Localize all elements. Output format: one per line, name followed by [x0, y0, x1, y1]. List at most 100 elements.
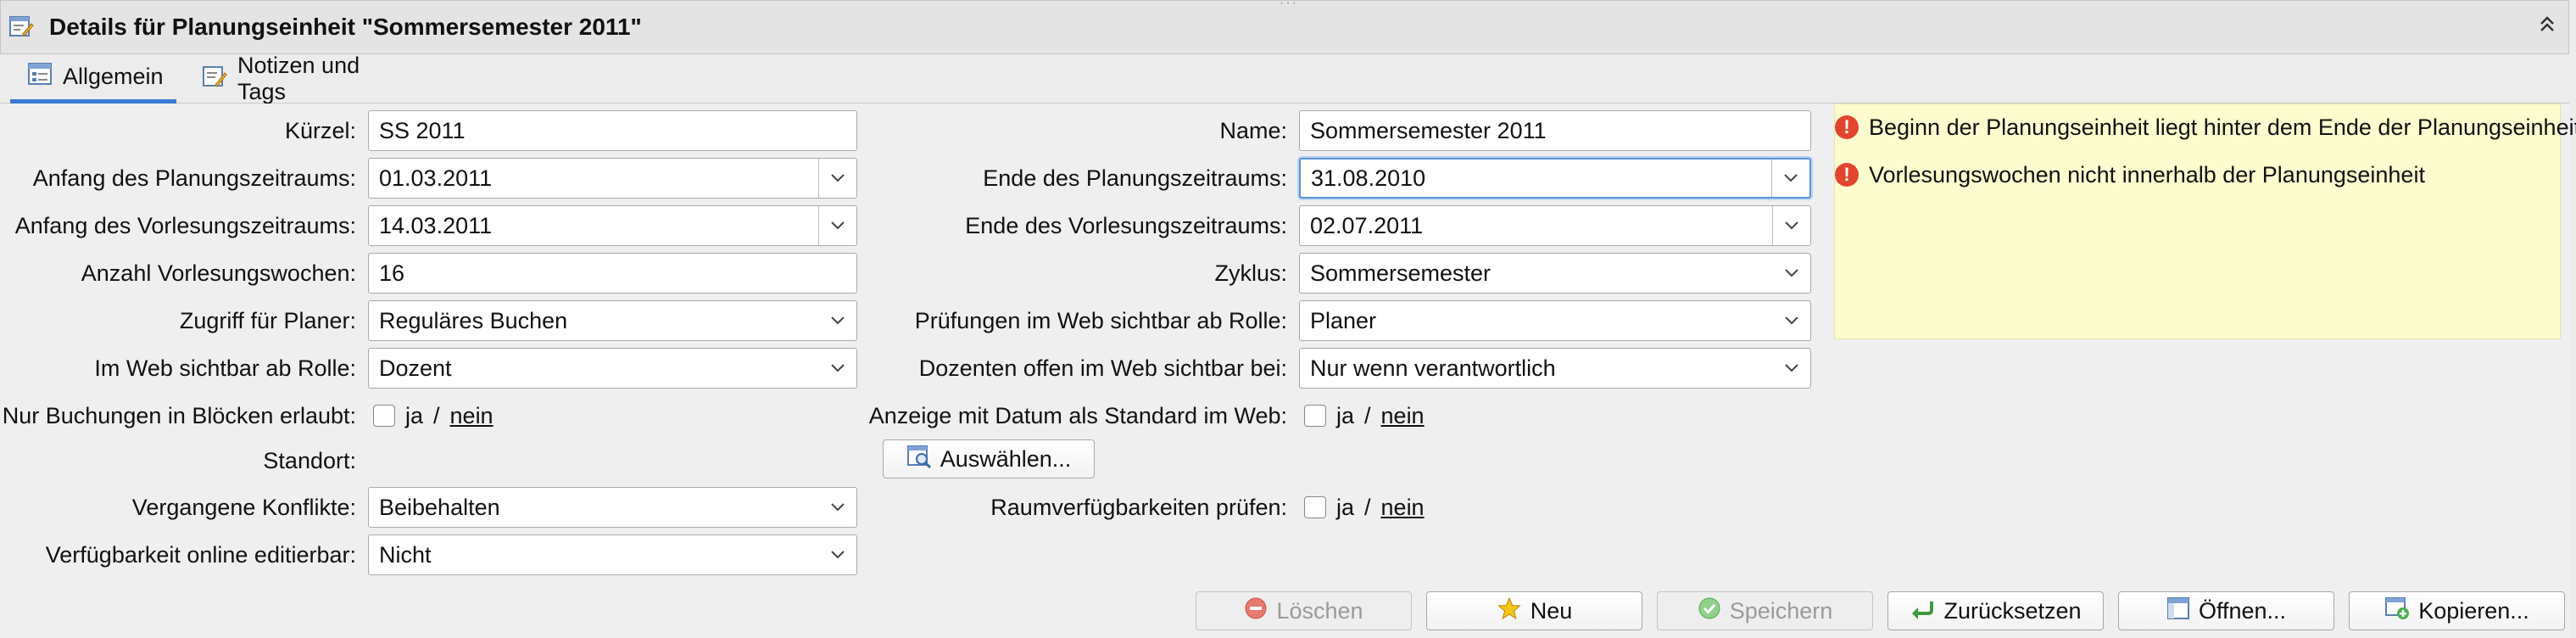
ende-vorlesung-datepicker[interactable]: 02.07.2011: [1299, 205, 1811, 246]
save-button[interactable]: Speichern: [1657, 591, 1873, 630]
button-label: Neu: [1530, 597, 1573, 624]
message-text: Beginn der Planungseinheit liegt hinter …: [1869, 115, 2576, 140]
anzahl-wochen-input[interactable]: [369, 255, 856, 292]
anzahl-wochen-label: Anzahl Vorlesungswochen:: [81, 260, 356, 286]
chevron-down-icon[interactable]: [819, 301, 856, 340]
anfang-planung-label: Anfang des Planungszeitraums:: [32, 165, 356, 191]
checkmark-icon: [1698, 596, 1721, 626]
nur-bloecke-checkbox[interactable]: [373, 405, 395, 427]
ende-planung-value[interactable]: 31.08.2010: [1301, 165, 1771, 192]
ja-label[interactable]: ja: [1336, 401, 1354, 430]
button-label: Speichern: [1729, 597, 1833, 624]
delete-icon: [1244, 596, 1268, 626]
anzahl-wochen-field[interactable]: [368, 253, 857, 294]
validation-message: ! Vorlesungswochen nicht innerhalb der P…: [1835, 160, 2425, 189]
anfang-vorlesung-label: Anfang des Vorlesungszeitraums:: [14, 213, 356, 238]
ja-label[interactable]: ja: [405, 401, 423, 430]
kuerzel-input[interactable]: [369, 112, 856, 149]
chevron-down-icon[interactable]: [1773, 254, 1810, 293]
validation-message: ! Beginn der Planungseinheit liegt hinte…: [1835, 113, 2576, 142]
verf-online-select[interactable]: Nicht: [368, 534, 857, 575]
button-label: Auswählen...: [940, 445, 1072, 472]
separator: /: [1364, 403, 1371, 428]
window-icon: [2166, 596, 2190, 626]
delete-button[interactable]: Löschen: [1196, 591, 1412, 630]
button-label: Kopieren...: [2418, 597, 2529, 624]
validation-messages: ! Beginn der Planungseinheit liegt hinte…: [1834, 104, 2576, 339]
tab-label: Notizen und Tags: [237, 53, 360, 104]
message-text: Vorlesungswochen nicht innerhalb der Pla…: [1869, 162, 2425, 187]
copy-button[interactable]: Kopieren...: [2349, 591, 2565, 630]
open-button[interactable]: Öffnen...: [2118, 591, 2334, 630]
undo-arrow-icon: [1910, 596, 1935, 626]
error-icon: !: [1835, 163, 1859, 187]
zugriff-value: Reguläres Buchen: [379, 307, 568, 333]
general-form-icon: [27, 62, 53, 92]
name-label: Name:: [1219, 118, 1287, 143]
chevron-down-icon[interactable]: [819, 488, 856, 527]
standort-auswaehlen-button[interactable]: Auswählen...: [883, 439, 1095, 478]
separator: /: [433, 403, 440, 428]
chevron-down-icon[interactable]: [819, 535, 856, 574]
vergangene-value: Beibehalten: [379, 494, 500, 520]
anzeige-datum-label: Anzeige mit Datum als Standard im Web:: [868, 403, 1287, 428]
verf-online-label: Verfügbarkeit online editierbar:: [45, 542, 356, 568]
new-button[interactable]: Neu: [1426, 591, 1642, 630]
kuerzel-field[interactable]: [368, 110, 857, 151]
zyklus-label: Zyklus:: [1214, 260, 1287, 286]
nein-link[interactable]: nein: [1381, 401, 1425, 430]
tab-notizen-und-tags[interactable]: Notizen und Tags: [185, 53, 422, 104]
nein-link[interactable]: nein: [450, 401, 493, 430]
dozenten-offen-select[interactable]: Nur wenn verantwortlich: [1299, 348, 1811, 389]
anzeige-datum-checkbox[interactable]: [1304, 405, 1326, 427]
panel-title: Details für Planungseinheit "Sommersemes…: [49, 14, 642, 40]
chevron-down-icon[interactable]: [1773, 301, 1810, 340]
tab-label: Allgemein: [63, 64, 164, 89]
raumverf-label: Raumverfügbarkeiten prüfen:: [990, 495, 1287, 520]
reset-button[interactable]: Zurücksetzen: [1887, 591, 2104, 630]
nur-bloecke-toggle: ja / nein: [373, 401, 493, 430]
separator: /: [1364, 495, 1371, 520]
collapse-icon[interactable]: [2535, 12, 2559, 39]
zugriff-select[interactable]: Reguläres Buchen: [368, 300, 857, 341]
dozenten-offen-label: Dozenten offen im Web sichtbar bei:: [918, 355, 1287, 381]
notes-edit-icon: [202, 64, 227, 94]
chevron-down-icon[interactable]: [818, 159, 856, 198]
button-label: Öffnen...: [2198, 597, 2287, 624]
name-input[interactable]: [1300, 112, 1810, 149]
chevron-down-icon[interactable]: [1772, 206, 1810, 245]
drag-handle[interactable]: ···: [1272, 0, 1306, 10]
pruefungen-web-select[interactable]: Planer: [1299, 300, 1811, 341]
edit-form-icon: [8, 14, 34, 39]
chevron-down-icon[interactable]: [1773, 349, 1810, 388]
vergangene-select[interactable]: Beibehalten: [368, 487, 857, 528]
chevron-down-icon[interactable]: [818, 206, 856, 245]
ende-planung-datepicker[interactable]: 31.08.2010: [1299, 158, 1811, 199]
zugriff-label: Zugriff für Planer:: [179, 308, 356, 333]
web-sichtbar-select[interactable]: Dozent: [368, 348, 857, 389]
name-field[interactable]: [1299, 110, 1811, 151]
error-icon: !: [1835, 115, 1859, 139]
vergangene-label: Vergangene Konflikte:: [131, 495, 356, 520]
copy-add-icon: [2384, 596, 2410, 626]
pruefungen-web-label: Prüfungen im Web sichtbar ab Rolle:: [914, 308, 1287, 333]
raumverf-checkbox[interactable]: [1304, 496, 1326, 518]
anfang-vorlesung-datepicker[interactable]: 14.03.2011: [368, 205, 857, 246]
kuerzel-label: Kürzel:: [284, 118, 356, 143]
dozenten-offen-value: Nur wenn verantwortlich: [1310, 355, 1556, 381]
button-label: Zurücksetzen: [1943, 597, 2082, 624]
chevron-down-icon[interactable]: [819, 349, 856, 388]
anzeige-datum-toggle: ja / nein: [1304, 401, 1425, 430]
chevron-down-icon[interactable]: [1771, 160, 1809, 197]
ja-label[interactable]: ja: [1336, 493, 1354, 522]
tab-allgemein[interactable]: Allgemein: [10, 54, 176, 104]
anfang-planung-datepicker[interactable]: 01.03.2011: [368, 158, 857, 199]
zyklus-select[interactable]: Sommersemester: [1299, 253, 1811, 294]
web-sichtbar-label: Im Web sichtbar ab Rolle:: [94, 355, 356, 381]
raumverf-toggle: ja / nein: [1304, 493, 1425, 522]
verf-online-value: Nicht: [379, 541, 432, 568]
nur-bloecke-label: Nur Buchungen in Blöcken erlaubt:: [2, 403, 356, 428]
anfang-vorlesung-value: 14.03.2011: [379, 212, 493, 238]
button-label: Löschen: [1276, 597, 1363, 624]
nein-link[interactable]: nein: [1381, 493, 1425, 522]
